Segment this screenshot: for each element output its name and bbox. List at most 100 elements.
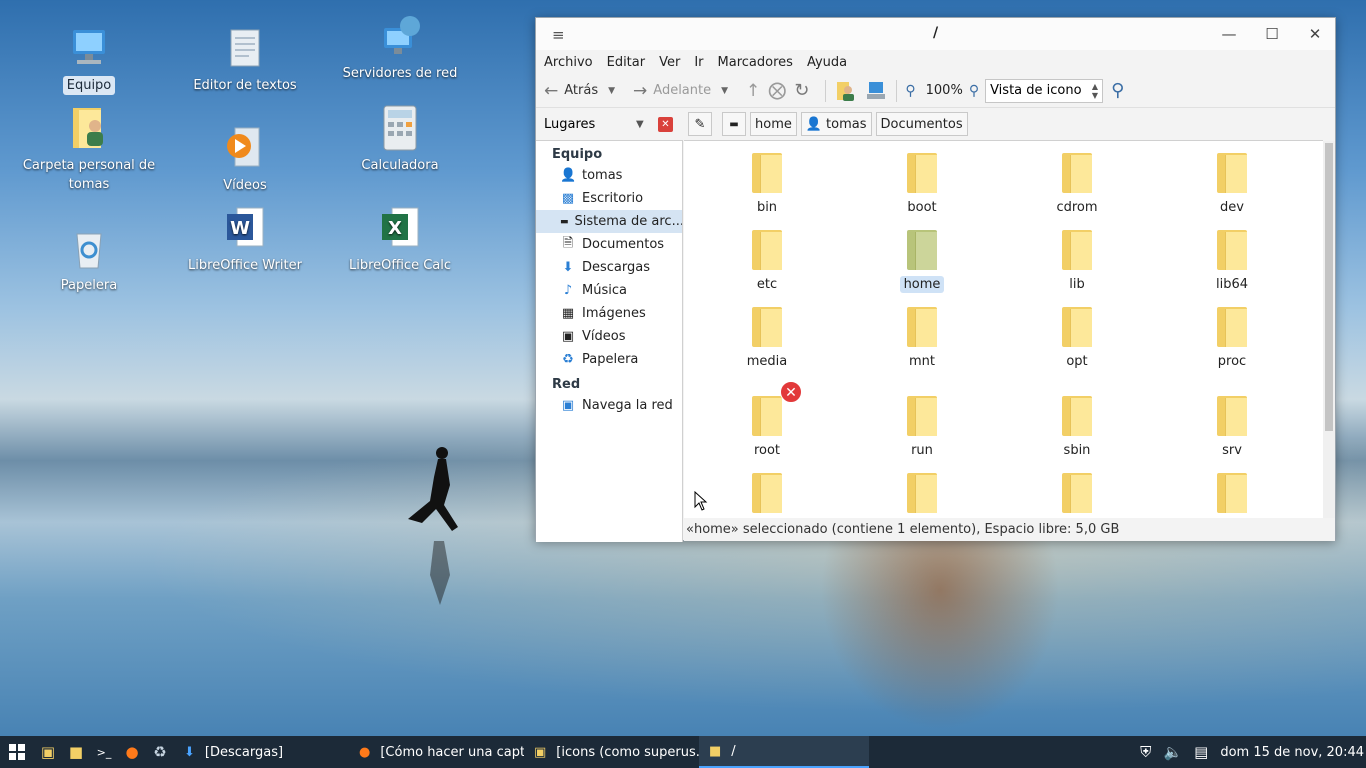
file-manager-launcher-icon[interactable]: ▣ bbox=[34, 736, 62, 768]
terminal-launcher-icon[interactable]: >_ bbox=[90, 736, 118, 768]
folder-item-lib[interactable]: lib bbox=[1012, 230, 1142, 293]
folder-item-media[interactable]: media bbox=[702, 307, 832, 370]
folder-item-opt[interactable]: opt bbox=[1012, 307, 1142, 370]
folder-item-bin[interactable]: bin bbox=[702, 153, 832, 216]
home-icon[interactable] bbox=[834, 80, 856, 102]
trash-launcher-icon[interactable]: ♻ bbox=[146, 736, 174, 768]
forward-button[interactable]: → Adelante ▼ bbox=[633, 81, 728, 101]
start-menu-icon[interactable] bbox=[0, 736, 34, 768]
folder-item-proc[interactable]: proc bbox=[1167, 307, 1297, 370]
breadcrumb-label: tomas bbox=[826, 116, 867, 132]
desktop-icon-writer[interactable]: W LibreOffice Writer bbox=[170, 204, 320, 275]
menu-ver[interactable]: Ver bbox=[659, 55, 680, 70]
desktop-icon-carpeta[interactable]: Carpeta personal de tomas bbox=[14, 104, 164, 194]
network-tray-icon[interactable]: ▤ bbox=[1194, 743, 1208, 761]
folder-search-launcher-icon[interactable]: ■ bbox=[62, 736, 90, 768]
task-root-folder[interactable]: ■ / bbox=[699, 736, 869, 768]
download-arrow-icon: ⬇ bbox=[184, 744, 195, 760]
menu-ayuda[interactable]: Ayuda bbox=[807, 55, 847, 70]
sidebar-item-imagenes[interactable]: ▦ Imágenes bbox=[536, 302, 682, 325]
breadcrumb-tomas[interactable]: 👤 tomas bbox=[800, 112, 872, 136]
zoom-in-icon[interactable]: ⚲ bbox=[969, 83, 979, 99]
folder-item-etc[interactable]: etc bbox=[702, 230, 832, 293]
folder-item[interactable] bbox=[857, 473, 987, 518]
clock[interactable]: dom 15 de nov, 20:44 bbox=[1220, 745, 1364, 760]
sidebar-item-escritorio[interactable]: ▩ Escritorio bbox=[536, 187, 682, 210]
sidebar-item-tomas[interactable]: 👤 tomas bbox=[536, 164, 682, 187]
desktop-icon-equipo[interactable]: Equipo bbox=[14, 24, 164, 95]
sidebar-item-documentos[interactable]: 🗎 Documentos bbox=[536, 233, 682, 256]
sidebar-item-label: Música bbox=[582, 283, 627, 298]
up-arrow-icon[interactable]: ↑ bbox=[746, 81, 760, 101]
folder-item-home[interactable]: home bbox=[857, 230, 987, 293]
downloads-icon: ⬇ bbox=[562, 260, 574, 275]
menu-archivo[interactable]: Archivo bbox=[544, 55, 593, 70]
file-manager-icon: ▣ bbox=[534, 744, 547, 760]
sidebar-item-musica[interactable]: ♪ Música bbox=[536, 279, 682, 302]
minimize-icon[interactable]: — bbox=[1209, 22, 1249, 46]
task-descargas[interactable]: ⬇ [Descargas] bbox=[174, 736, 349, 768]
sidebar-item-sistema[interactable]: ▬ Sistema de arc... bbox=[536, 210, 682, 233]
side-pane-header[interactable]: Lugares ▼ ✕ bbox=[536, 116, 676, 132]
sidebar-item-papelera[interactable]: ♻ Papelera bbox=[536, 348, 682, 371]
folder-item-cdrom[interactable]: cdrom bbox=[1012, 153, 1142, 216]
zoom-out-icon[interactable]: ⚲ bbox=[905, 83, 915, 99]
desktop-icon-label: LibreOffice Writer bbox=[188, 258, 302, 273]
edit-path-icon[interactable]: ✎ bbox=[688, 112, 712, 136]
folder-icon bbox=[907, 230, 937, 270]
folder-item[interactable] bbox=[1012, 473, 1142, 518]
close-side-pane-icon[interactable]: ✕ bbox=[658, 116, 673, 132]
folder-item-srv[interactable]: srv bbox=[1167, 396, 1297, 459]
menu-ir[interactable]: Ir bbox=[694, 55, 703, 70]
desktop-icon-calculadora[interactable]: Calculadora bbox=[325, 104, 475, 175]
breadcrumb-documentos[interactable]: Documentos bbox=[875, 112, 968, 136]
vertical-scrollbar[interactable] bbox=[1323, 141, 1335, 518]
folder-item-sbin[interactable]: sbin bbox=[1012, 396, 1142, 459]
back-button[interactable]: ← Atrás ▼ bbox=[544, 81, 615, 101]
task-icons[interactable]: ▣ [icons (como superus... bbox=[524, 736, 699, 768]
folder-item-run[interactable]: run bbox=[857, 396, 987, 459]
root-drive-icon[interactable]: ▬ bbox=[722, 112, 746, 136]
writer-icon: W bbox=[227, 207, 264, 247]
folder-item-mnt[interactable]: mnt bbox=[857, 307, 987, 370]
title-bar[interactable]: ≡ / — ☐ ✕ bbox=[536, 18, 1335, 50]
maximize-icon[interactable]: ☐ bbox=[1252, 22, 1292, 46]
back-history-dropdown-icon[interactable]: ▼ bbox=[608, 86, 615, 96]
stop-icon[interactable]: ⨂ bbox=[768, 80, 786, 101]
volume-icon[interactable]: 🔈 bbox=[1163, 743, 1182, 761]
computer-icon[interactable] bbox=[864, 80, 888, 102]
close-icon[interactable]: ✕ bbox=[1295, 22, 1335, 46]
desktop-icon-papelera[interactable]: Papelera bbox=[14, 224, 164, 295]
breadcrumb-home[interactable]: home bbox=[750, 112, 797, 136]
folder-item[interactable] bbox=[702, 473, 832, 518]
side-pane-dropdown-icon[interactable]: ▼ bbox=[636, 119, 644, 130]
folder-item[interactable] bbox=[1167, 473, 1297, 518]
scrollbar-thumb[interactable] bbox=[1325, 143, 1333, 431]
search-icon[interactable]: ⚲ bbox=[1111, 80, 1124, 101]
firefox-launcher-icon[interactable]: ● bbox=[118, 736, 146, 768]
calculator-icon bbox=[383, 105, 417, 151]
reload-icon[interactable]: ↻ bbox=[794, 80, 809, 101]
sidebar-item-videos[interactable]: ▣ Vídeos bbox=[536, 325, 682, 348]
folder-item-dev[interactable]: dev bbox=[1167, 153, 1297, 216]
no-access-emblem-icon: ✕ bbox=[780, 381, 802, 403]
desktop-icon-calc[interactable]: X LibreOffice Calc bbox=[325, 204, 475, 275]
sidebar-item-navega-red[interactable]: ▣ Navega la red bbox=[536, 394, 682, 417]
shield-icon[interactable]: ⛨ bbox=[1140, 743, 1151, 761]
sidebar-section-equipo: Equipo bbox=[552, 147, 603, 162]
folder-item-root[interactable]: root bbox=[702, 396, 832, 459]
sidebar-item-descargas[interactable]: ⬇ Descargas bbox=[536, 256, 682, 279]
folder-item-boot[interactable]: boot bbox=[857, 153, 987, 216]
menu-marcadores[interactable]: Marcadores bbox=[718, 55, 793, 70]
desktop-icon-servidores[interactable]: Servidores de red bbox=[325, 12, 475, 83]
videos-icon: ▣ bbox=[561, 329, 575, 344]
menu-editar[interactable]: Editar bbox=[607, 55, 646, 70]
folder-item-lib64[interactable]: lib64 bbox=[1167, 230, 1297, 293]
desktop-icon-videos[interactable]: Vídeos bbox=[170, 124, 320, 195]
view-mode-select[interactable]: Vista de icono ▲ ▼ bbox=[985, 78, 1104, 103]
desktop-icon-editor[interactable]: Editor de textos bbox=[170, 24, 320, 95]
forward-history-dropdown-icon[interactable]: ▼ bbox=[721, 86, 728, 96]
wallpaper-cliff bbox=[820, 530, 1060, 730]
network-servers-icon bbox=[384, 16, 420, 54]
task-firefox[interactable]: ● [Cómo hacer una capt... bbox=[349, 736, 524, 768]
